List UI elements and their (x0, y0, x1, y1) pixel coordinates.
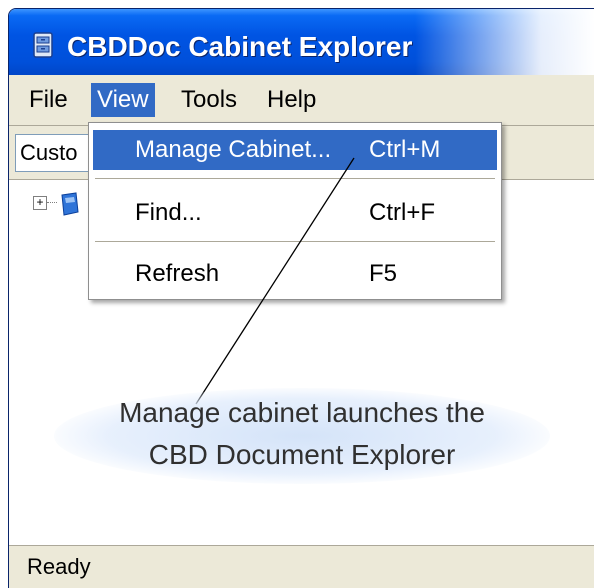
annotation-line-1: Manage cabinet launches the (119, 397, 485, 428)
annotation-line-2: CBD Document Explorer (148, 439, 456, 470)
annotation-pointer-line (195, 157, 355, 405)
annotation-text: Manage cabinet launches the CBD Document… (54, 392, 550, 476)
